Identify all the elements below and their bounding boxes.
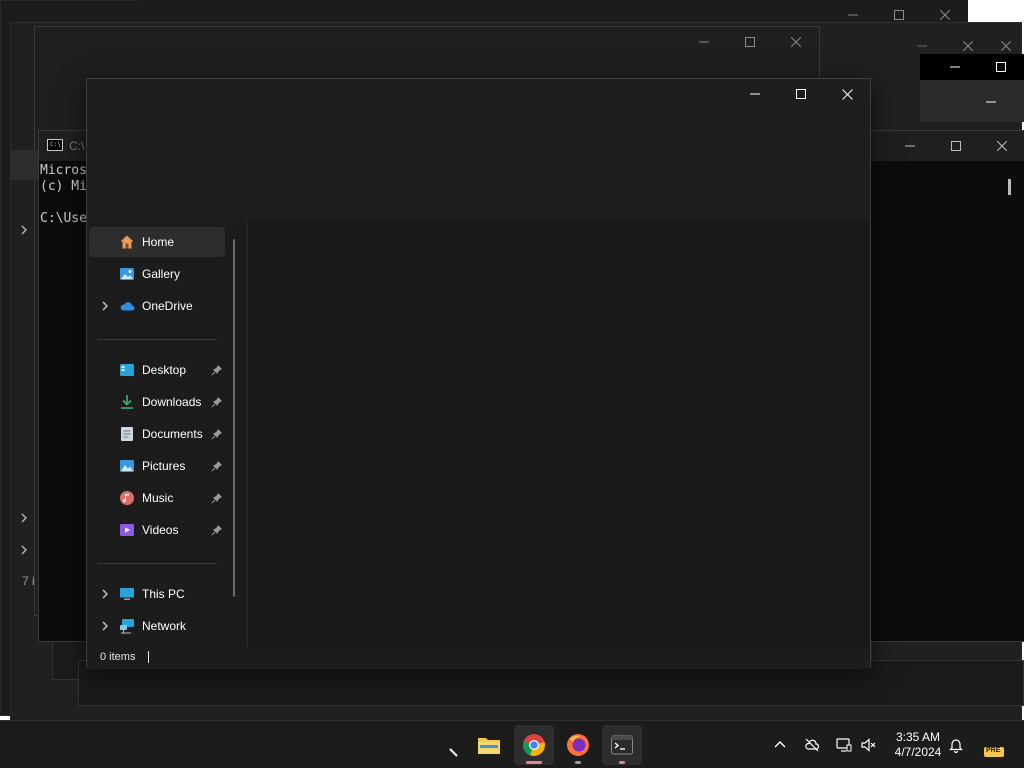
chrome-icon [522, 734, 545, 756]
explorer-titlebar[interactable] [87, 79, 870, 219]
nav-item-music[interactable]: Music [89, 483, 225, 513]
background-window-titlebar [920, 54, 1024, 80]
chevron-up-icon[interactable] [772, 737, 788, 753]
minimize-button[interactable] [732, 79, 778, 109]
nav-item-home[interactable]: Home [89, 227, 225, 257]
preview-badge[interactable]: PRE [984, 747, 1004, 757]
maximize-button[interactable] [978, 54, 1024, 80]
terminal-icon [611, 735, 633, 755]
console-scrollbar[interactable] [1008, 179, 1011, 195]
navigation-pane[interactable]: Home Gallery OneDrive Desktop Downloads … [87, 219, 245, 647]
taskbar: 3:35 AM 4/7/2024 PRE [0, 720, 1024, 768]
pictures-icon [120, 460, 134, 472]
music-icon [120, 491, 134, 505]
active-indicator [526, 761, 542, 764]
file-explorer-window[interactable]: Home Gallery OneDrive Desktop Downloads … [86, 78, 871, 669]
nav-item-pictures[interactable]: Pictures [89, 451, 225, 481]
nav-item-gallery[interactable]: Gallery [89, 259, 225, 289]
desktop-icon [120, 364, 134, 376]
network-icon [120, 619, 134, 634]
background-status-text: 7 i [22, 574, 35, 588]
nav-item-downloads[interactable]: Downloads [89, 387, 225, 417]
maximize-button[interactable] [778, 79, 824, 109]
background-nav-item [10, 150, 38, 180]
taskbar-firefox[interactable] [558, 725, 598, 765]
taskbar-file-explorer[interactable] [468, 725, 508, 765]
clock[interactable]: 3:35 AM 4/7/2024 [888, 730, 948, 760]
minimize-icon [986, 101, 996, 103]
taskbar-chrome[interactable] [514, 725, 554, 765]
pin-icon[interactable] [211, 492, 223, 504]
cursor-icon [449, 748, 458, 757]
notification-bell-icon[interactable] [948, 737, 964, 753]
close-button[interactable] [979, 131, 1024, 161]
file-list-area[interactable] [247, 221, 869, 647]
pin-icon[interactable] [211, 396, 223, 408]
maximize-button[interactable] [727, 27, 773, 57]
chevron-right-icon [21, 513, 27, 523]
close-button[interactable] [773, 27, 819, 57]
display-icon[interactable] [836, 737, 852, 753]
nav-item-onedrive[interactable]: OneDrive [89, 291, 225, 321]
nav-item-network[interactable]: Network [89, 611, 225, 641]
chevron-right-icon [21, 225, 27, 235]
firefox-icon [567, 734, 589, 756]
folder-icon [478, 738, 500, 754]
nav-divider [97, 339, 217, 340]
nav-item-documents[interactable]: Documents [89, 419, 225, 449]
window-controls [681, 27, 819, 57]
close-button[interactable] [824, 79, 870, 109]
nav-scrollbar[interactable] [233, 239, 235, 597]
status-bar: 0 items [87, 647, 870, 669]
chevron-right-icon[interactable] [99, 588, 111, 600]
chevron-right-icon[interactable] [99, 300, 111, 312]
nav-item-this-pc[interactable]: This PC [89, 579, 225, 609]
pin-icon[interactable] [211, 460, 223, 472]
console-title: C:\ [69, 139, 85, 153]
chevron-right-icon [21, 545, 27, 555]
nav-item-desktop[interactable]: Desktop [89, 355, 225, 385]
clock-time: 3:35 AM [895, 730, 941, 744]
window-controls [932, 54, 1024, 80]
gallery-icon [120, 268, 134, 280]
pin-icon[interactable] [211, 364, 223, 376]
minimize-button[interactable] [681, 27, 727, 57]
cloud-offline-icon[interactable] [804, 737, 820, 753]
nav-divider [97, 563, 217, 564]
pin-icon[interactable] [211, 524, 223, 536]
background-window [920, 80, 1024, 122]
taskbar-terminal[interactable] [602, 725, 642, 765]
document-icon [121, 427, 133, 441]
running-indicator [619, 761, 625, 764]
window-controls [887, 131, 1024, 161]
maximize-button[interactable] [933, 131, 979, 161]
videos-icon [120, 524, 134, 536]
minimize-button[interactable] [887, 131, 933, 161]
download-icon [121, 395, 133, 409]
minimize-button[interactable] [932, 54, 978, 80]
computer-icon [120, 588, 134, 600]
onedrive-icon [120, 302, 135, 311]
status-divider [148, 651, 149, 663]
nav-item-videos[interactable]: Videos [89, 515, 225, 545]
speaker-muted-icon[interactable] [860, 737, 876, 753]
item-count: 0 items [100, 651, 136, 663]
running-indicator [575, 761, 581, 764]
console-icon: C:\ [47, 139, 63, 151]
pin-icon[interactable] [211, 428, 223, 440]
home-icon [120, 235, 134, 249]
chevron-right-icon[interactable] [99, 620, 111, 632]
clock-date: 4/7/2024 [894, 745, 942, 759]
window-controls [732, 79, 870, 109]
